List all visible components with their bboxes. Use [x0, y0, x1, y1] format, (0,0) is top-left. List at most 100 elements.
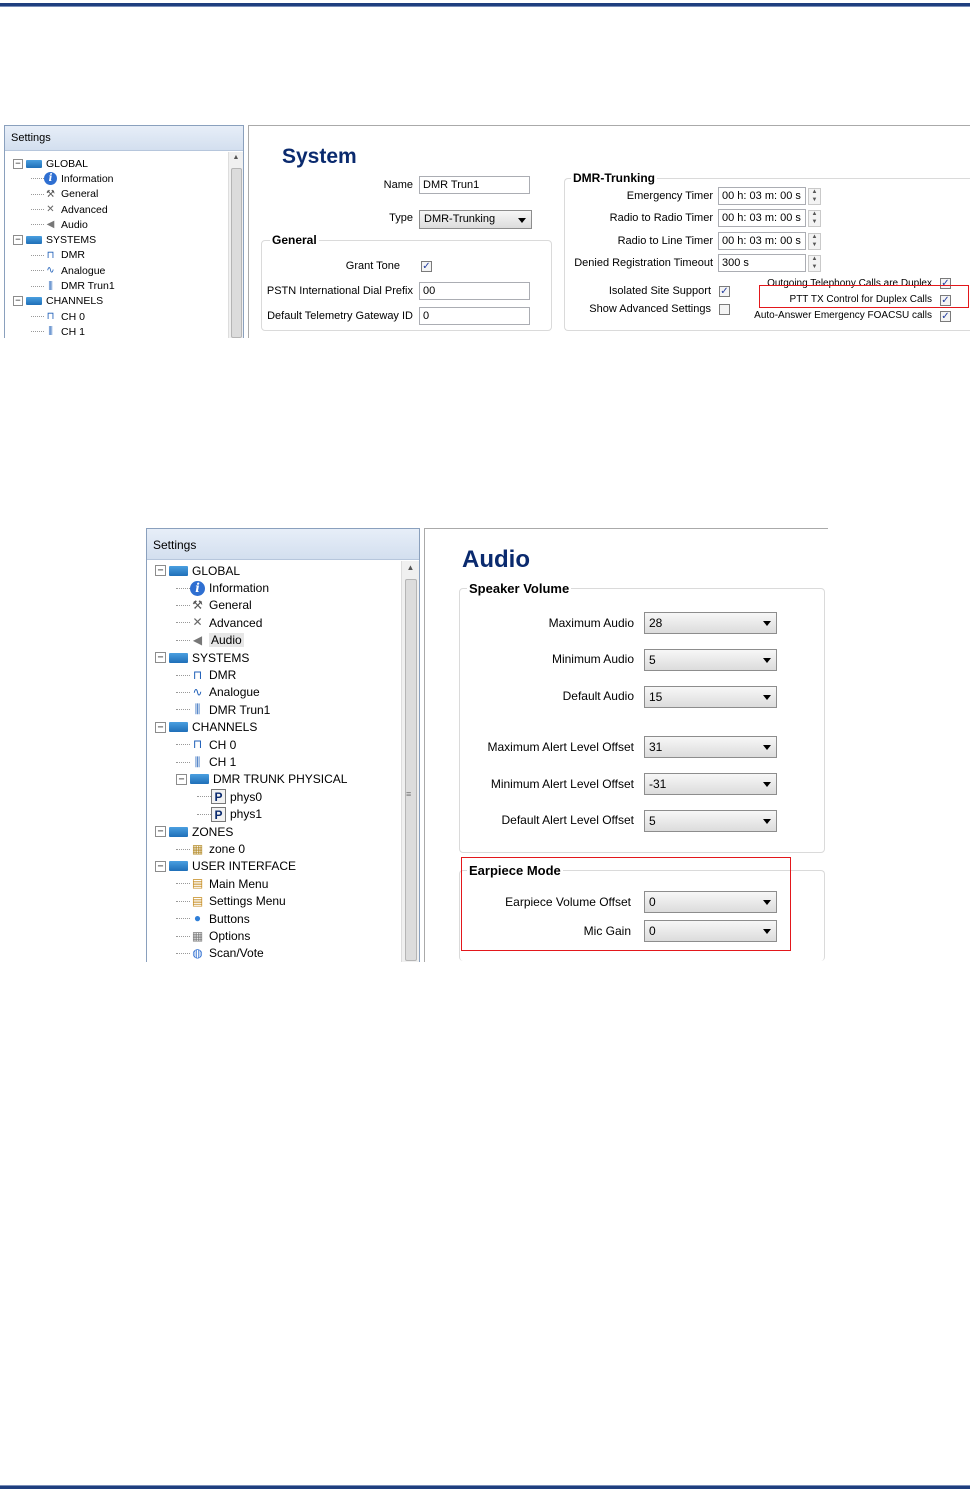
collapse-toggle-icon[interactable]: −	[13, 296, 23, 307]
tree-item[interactable]: ⫼ CH 1	[31, 324, 85, 338]
tree-item[interactable]: ⫼ DMR Trun1	[176, 701, 270, 718]
tree-item[interactable]: Pphys1	[197, 806, 262, 823]
emergency-timer-input[interactable]: 00 h: 03 m: 00 s	[718, 187, 806, 205]
tree-item[interactable]: ▦ zone 0	[176, 840, 245, 857]
tree-item-label: phys1	[230, 807, 263, 822]
tree-item[interactable]: − ZONES	[155, 823, 233, 840]
collapse-toggle-icon[interactable]: −	[155, 565, 166, 577]
show-advanced-checkbox[interactable]	[719, 304, 730, 315]
tree-item[interactable]: − USER INTERFACE	[155, 858, 296, 875]
tree-connector	[176, 674, 190, 676]
options-icon: ▦	[191, 928, 204, 943]
emergency-timer-spinner[interactable]: ▲ ▼	[808, 188, 821, 205]
pstn-input[interactable]: 00	[419, 282, 530, 300]
tree-item[interactable]: ⚒ General	[176, 597, 252, 614]
top-page-rule	[0, 3, 970, 7]
tree-item[interactable]: ⫼ DMR Trun1	[31, 278, 115, 293]
collapse-toggle-icon[interactable]: −	[13, 235, 23, 246]
isolated-site-checkbox[interactable]: ✓	[719, 286, 730, 297]
tree-item[interactable]: ⊓ CH 0	[176, 736, 236, 753]
tree-item[interactable]: ◀ Audio	[176, 632, 244, 649]
tree-item[interactable]: ▦ Options	[176, 927, 250, 944]
tree-item[interactable]: ⚒ General	[31, 187, 98, 202]
default-audio-value: 15	[649, 690, 663, 704]
scroll-thumb[interactable]	[231, 168, 242, 338]
spin-up-icon[interactable]: ▲	[809, 256, 820, 264]
tree-item[interactable]: − SYSTEMS	[13, 233, 96, 248]
collapse-toggle-icon[interactable]: −	[155, 721, 166, 733]
tree-item-label: Advanced	[209, 615, 263, 630]
scroll-grip-icon: ≡	[406, 789, 412, 799]
tree-item[interactable]: ✕ Advanced	[176, 614, 262, 631]
tree-connector	[31, 316, 44, 318]
scroll-thumb[interactable]	[405, 579, 417, 961]
tree-item-label: DMR TRUNK PHYSICAL	[213, 772, 348, 787]
tree-item[interactable]: − CHANNELS	[155, 719, 257, 736]
denied-timeout-spinner[interactable]: ▲ ▼	[808, 255, 821, 272]
tree-item[interactable]: − CHANNELS	[13, 294, 103, 309]
auto-answer-label: Auto-Answer Emergency FOACSU calls	[754, 310, 932, 321]
tree-item[interactable]: − GLOBAL	[155, 562, 240, 579]
scroll-up-icon[interactable]: ▲	[402, 561, 419, 575]
spin-down-icon[interactable]: ▼	[809, 197, 820, 205]
collapse-toggle-icon[interactable]: −	[13, 158, 23, 169]
tree-header: Settings	[147, 529, 419, 560]
max-audio-value: 28	[649, 616, 663, 630]
tree-item[interactable]: ⊓ DMR	[176, 666, 236, 683]
max-audio-select[interactable]: 28	[644, 612, 777, 634]
tree-item[interactable]: ● Buttons	[176, 910, 250, 927]
r2l-timer-input[interactable]: 00 h: 03 m: 00 s	[718, 232, 806, 250]
r2r-timer-input[interactable]: 00 h: 03 m: 00 s	[718, 209, 806, 227]
tree-item[interactable]: − SYSTEMS	[155, 649, 249, 666]
tree-item[interactable]: Pphys0	[197, 788, 262, 805]
tree-connector	[31, 209, 44, 211]
tree-item[interactable]: ▤ Settings Menu	[176, 893, 286, 910]
tree-item[interactable]: ✕ Advanced	[31, 202, 108, 217]
type-label: Type	[389, 212, 413, 224]
tree-connector	[31, 331, 44, 333]
collapse-toggle-icon[interactable]: −	[155, 826, 166, 838]
collapse-toggle-icon[interactable]: −	[176, 773, 187, 785]
grant-tone-checkbox[interactable]: ✓	[421, 261, 432, 272]
min-alert-select[interactable]: -31	[644, 773, 777, 795]
tree-scrollbar[interactable]: ▲	[228, 152, 243, 338]
spin-down-icon[interactable]: ▼	[809, 264, 820, 272]
tree-connector	[176, 639, 190, 641]
tree-item[interactable]: i Information	[176, 579, 269, 596]
tree-item[interactable]: ⫼ CH 1	[176, 753, 236, 770]
scroll-up-icon[interactable]: ▲	[229, 152, 243, 164]
spin-up-icon[interactable]: ▲	[809, 211, 820, 219]
gateway-input[interactable]: 0	[419, 307, 530, 325]
tree-item[interactable]: ∿ Analogue	[31, 263, 105, 278]
tools-icon: ✕	[192, 615, 203, 630]
spin-up-icon[interactable]: ▲	[809, 189, 820, 197]
tree-item[interactable]: i Information	[31, 171, 114, 186]
spin-down-icon[interactable]: ▼	[809, 242, 820, 250]
default-audio-select[interactable]: 15	[644, 686, 777, 708]
auto-answer-checkbox[interactable]: ✓	[940, 311, 951, 322]
tree-item[interactable]: ⊓ CH 0	[31, 309, 85, 324]
r2l-timer-spinner[interactable]: ▲ ▼	[808, 233, 821, 250]
tree-item-label: CH 0	[209, 737, 237, 752]
tree-item[interactable]: − DMR TRUNK PHYSICAL	[176, 771, 347, 788]
collapse-toggle-icon[interactable]: −	[155, 860, 166, 872]
min-audio-select[interactable]: 5	[644, 649, 777, 671]
name-input[interactable]: DMR Trun1	[419, 176, 530, 194]
tree-item[interactable]: ◍ Scan/Vote	[176, 945, 264, 962]
tree-item[interactable]: − GLOBAL	[13, 156, 88, 171]
tree-scrollbar[interactable]: ▲ ≡	[401, 561, 419, 962]
spin-up-icon[interactable]: ▲	[809, 234, 820, 242]
tree-item[interactable]: ▤ Main Menu	[176, 875, 268, 892]
r2r-timer-spinner[interactable]: ▲ ▼	[808, 210, 821, 227]
tree-item[interactable]: ◀ Audio	[31, 217, 88, 232]
denied-timeout-input[interactable]: 300 s	[718, 254, 806, 272]
default-alert-select[interactable]: 5	[644, 810, 777, 832]
tree-item-label: Options	[209, 929, 251, 944]
collapse-toggle-icon[interactable]: −	[155, 652, 166, 664]
type-select[interactable]: DMR-Trunking	[419, 210, 532, 229]
tree-item[interactable]: ⊓ DMR	[31, 248, 85, 263]
chevron-down-icon	[763, 658, 771, 663]
tree-item[interactable]: ∿ Analogue	[176, 684, 260, 701]
max-alert-select[interactable]: 31	[644, 736, 777, 758]
spin-down-icon[interactable]: ▼	[809, 219, 820, 227]
